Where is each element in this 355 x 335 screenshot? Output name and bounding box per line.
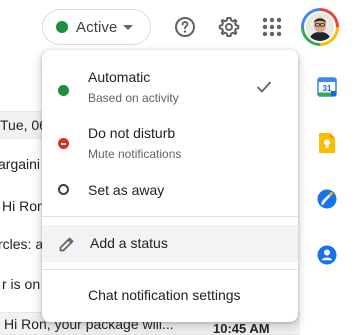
checkmark-icon <box>256 81 272 93</box>
status-option-away[interactable]: Set as away <box>42 172 298 208</box>
top-bar: Active <box>0 0 355 52</box>
add-status-button[interactable]: Add a status <box>42 225 298 262</box>
divider <box>42 216 298 217</box>
status-option-subtitle: Mute notifications <box>88 147 182 161</box>
google-apps-button[interactable] <box>254 9 290 45</box>
status-option-automatic[interactable]: Automatic Based on activity <box>42 58 298 110</box>
chat-notification-settings-button[interactable]: Chat notification settings <box>42 280 298 312</box>
status-option-title: Do not disturb <box>88 125 176 141</box>
status-option-title: Automatic <box>88 69 151 85</box>
apps-grid-icon <box>262 17 282 37</box>
active-status-dot <box>56 21 68 33</box>
divider <box>42 269 298 270</box>
account-avatar-button[interactable] <box>301 8 339 46</box>
status-option-do-not-disturb[interactable]: Do not disturb Mute notifications <box>42 116 298 168</box>
calendar-icon: 31 <box>317 77 337 97</box>
active-status-dot <box>58 85 69 96</box>
add-status-label: Add a status <box>90 235 168 251</box>
keep-app-button[interactable] <box>316 132 338 154</box>
help-circle-icon <box>175 17 195 37</box>
settings-button[interactable] <box>211 9 247 45</box>
caret-down-icon <box>123 24 134 30</box>
status-dropdown-button[interactable]: Active <box>42 9 151 45</box>
row-text: r is on <box>2 276 41 292</box>
tasks-app-button[interactable] <box>316 188 338 210</box>
contacts-app-button[interactable] <box>316 244 338 266</box>
status-menu: Automatic Based on activity Do not distu… <box>42 50 298 322</box>
pencil-icon <box>59 237 74 252</box>
calendar-app-button[interactable]: 31 <box>316 76 338 98</box>
status-option-subtitle: Based on activity <box>88 91 179 105</box>
status-option-title: Set as away <box>88 182 165 198</box>
row-text: argaini <box>0 156 41 172</box>
contacts-icon <box>317 245 337 265</box>
row-text: rcles: a <box>0 236 44 252</box>
chat-notification-settings-label: Chat notification settings <box>88 287 241 303</box>
keep-icon <box>319 133 335 153</box>
avatar <box>304 11 336 43</box>
away-status-icon <box>58 184 69 195</box>
svg-text:31: 31 <box>323 84 332 93</box>
do-not-disturb-icon <box>58 138 69 149</box>
gear-icon <box>218 17 240 37</box>
row-time: 10:45 AM <box>213 321 270 335</box>
tasks-icon <box>317 189 337 209</box>
status-label: Active <box>76 18 118 36</box>
row-text: Tue, 06 <box>0 117 47 133</box>
help-button[interactable] <box>167 9 203 45</box>
